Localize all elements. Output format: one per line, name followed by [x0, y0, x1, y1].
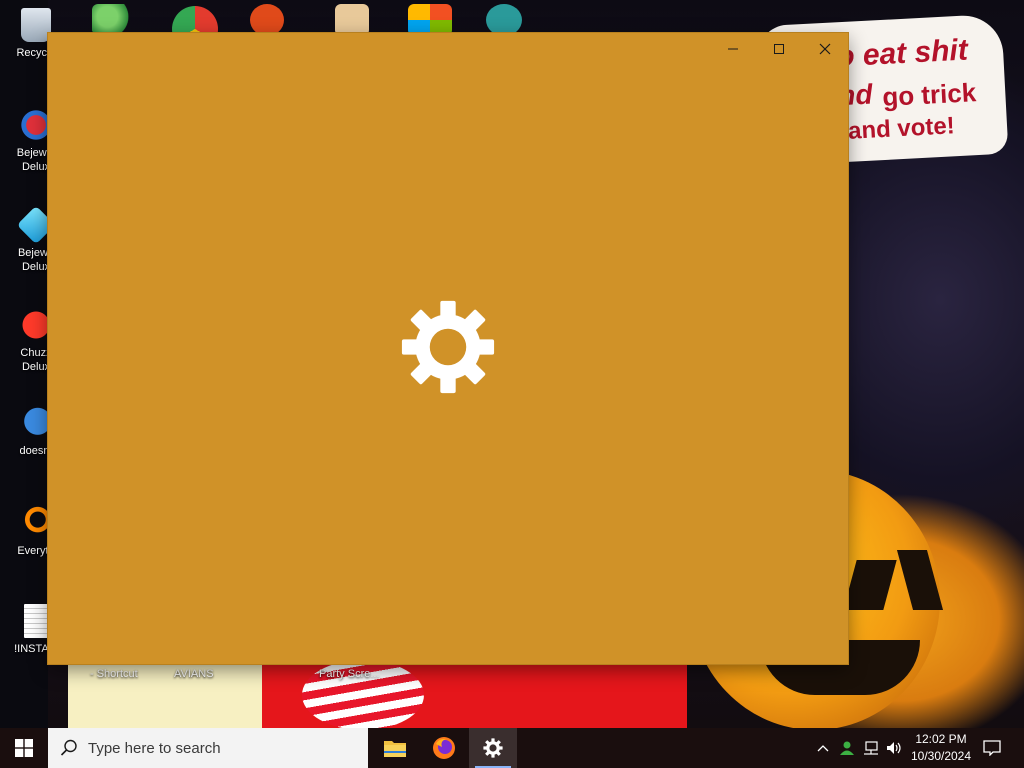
taskbar-clock[interactable]: 12:02 PM 10/30/2024	[906, 731, 976, 765]
tray-network-icon[interactable]	[860, 728, 882, 768]
clock-date: 10/30/2024	[910, 749, 972, 763]
tray-volume-icon[interactable]	[883, 728, 905, 768]
minimize-button[interactable]	[710, 33, 756, 65]
taskbar-app-firefox[interactable]	[420, 728, 468, 768]
windows-store-icon[interactable]	[408, 4, 452, 36]
app-icon-p[interactable]	[250, 4, 284, 36]
network-icon	[864, 741, 878, 755]
minimize-icon	[728, 48, 738, 50]
windows-logo-icon	[15, 739, 33, 757]
settings-window[interactable]	[48, 33, 848, 664]
gear-icon	[483, 738, 503, 758]
maximize-button[interactable]	[756, 33, 802, 65]
speech-line-3: and vote!	[847, 112, 956, 145]
tray-people-icon[interactable]	[836, 728, 858, 768]
firefox-icon	[433, 737, 455, 759]
close-icon	[819, 43, 831, 55]
desktop-icon-label[interactable]: AVIANS	[174, 668, 214, 680]
search-placeholder: Type here to search	[88, 739, 221, 757]
volume-icon	[887, 742, 901, 754]
people-icon	[840, 741, 854, 755]
gear-icon	[401, 300, 495, 394]
app-icon-shortcut[interactable]	[335, 4, 369, 36]
desktop-icon-label[interactable]: Party Scre...	[319, 668, 380, 680]
folder-icon	[384, 741, 406, 757]
desktop-icon-label[interactable]: - Shortcut	[90, 668, 138, 680]
recycle-bin-icon	[21, 8, 51, 42]
start-button[interactable]	[0, 728, 48, 768]
maximize-icon	[774, 44, 784, 54]
taskbar-app-file-explorer[interactable]	[371, 728, 419, 768]
clock-time: 12:02 PM	[915, 732, 967, 746]
speech-line-1: o eat shit	[835, 33, 969, 74]
character-app-icon[interactable]	[486, 4, 522, 36]
close-button[interactable]	[802, 33, 848, 65]
taskbar-app-settings[interactable]	[469, 728, 517, 768]
taskbar-search-box[interactable]: Type here to search	[48, 728, 368, 768]
taskbar: Type here to search 12:02 PM 10/30/2024	[0, 728, 1024, 768]
pumpkin-eye-left	[843, 560, 897, 610]
notification-icon	[983, 740, 1001, 756]
text-file-icon	[24, 604, 48, 638]
pumpkin-eye-right	[896, 550, 944, 610]
search-icon	[60, 739, 77, 756]
action-center-button[interactable]	[980, 728, 1004, 768]
tray-show-hidden-icons[interactable]	[812, 728, 834, 768]
chevron-up-icon	[817, 745, 829, 752]
speech-line-2-rest: go trick	[881, 77, 977, 112]
people-app-icon[interactable]	[92, 4, 136, 36]
